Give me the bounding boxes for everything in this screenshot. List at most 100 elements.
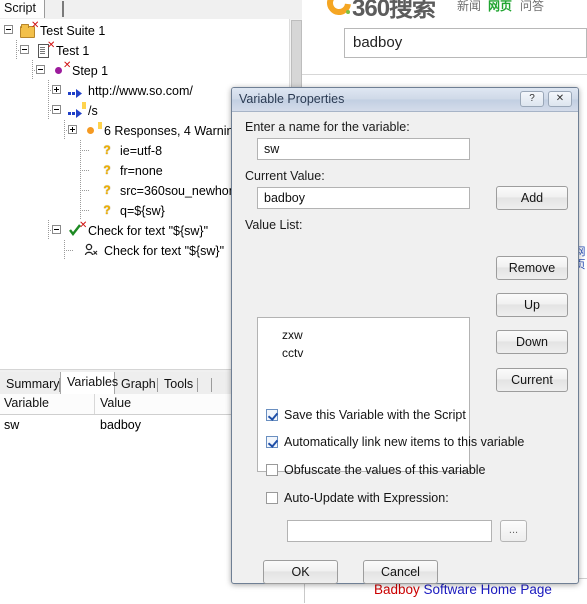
tree-expander-plus-icon[interactable] xyxy=(52,85,61,94)
tree-node-label: src=360sou_newhome xyxy=(120,183,247,198)
current-value-label: Current Value: xyxy=(245,169,325,183)
checkbox-label: Automatically link new items to this var… xyxy=(284,435,525,449)
tab-variables[interactable]: Variables xyxy=(60,372,119,394)
current-button[interactable]: Current xyxy=(496,368,568,392)
tree-node[interactable]: /s xyxy=(0,100,98,120)
variable-properties-dialog: Variable Properties ? ✕ Enter a name for… xyxy=(231,87,579,584)
checkbox-box[interactable] xyxy=(266,409,278,421)
navigate-arrow-icon xyxy=(68,85,83,98)
search-site-header: 360搜索 新闻 网页 问答 badboy xyxy=(302,0,587,72)
tree-node-label: ie=utf-8 xyxy=(120,143,163,158)
checkbox-box[interactable] xyxy=(266,464,278,476)
tree-node[interactable]: ✕ Step 1 xyxy=(0,60,108,80)
column-divider[interactable] xyxy=(94,394,95,414)
tree-node[interactable]: ? q=${sw} xyxy=(0,200,165,220)
tree-node-label: /s xyxy=(88,103,98,118)
tab-overflow[interactable] xyxy=(198,375,212,394)
tree-expander-plus-icon[interactable] xyxy=(68,125,77,134)
close-icon[interactable]: ✕ xyxy=(548,91,572,107)
tree-node[interactable]: ✕ Test 1 xyxy=(0,40,89,60)
tree-expander-minus-icon[interactable] xyxy=(4,25,13,34)
tree-node[interactable]: ? ie=utf-8 xyxy=(0,140,162,160)
up-button[interactable]: Up xyxy=(496,293,568,317)
tree-expander-minus-icon[interactable] xyxy=(52,225,61,234)
error-marker-icon: ✕ xyxy=(47,40,56,51)
ok-button[interactable]: OK xyxy=(263,560,338,584)
top-tab-strip: Script xyxy=(0,0,302,20)
tree-node-label: q=${sw} xyxy=(120,203,165,218)
tab-script[interactable]: Script xyxy=(0,0,45,18)
tree-node[interactable]: ✕ Check for text "${sw}" xyxy=(0,220,208,240)
dialog-title: Variable Properties xyxy=(239,92,345,106)
parameter-icon: ? xyxy=(103,163,111,177)
nav-link-web[interactable]: 网页 xyxy=(488,0,512,14)
checkbox-label: Save this Variable with the Script xyxy=(284,408,466,422)
cell-variable: sw xyxy=(4,418,20,432)
tree-node-label: Test Suite 1 xyxy=(40,23,106,38)
parameter-icon: ? xyxy=(103,203,111,217)
tree-node[interactable]: ✕ Test Suite 1 xyxy=(0,20,105,40)
current-value-input[interactable]: badboy xyxy=(257,187,470,209)
parameter-icon: ? xyxy=(103,143,111,157)
tree-expander-minus-icon[interactable] xyxy=(36,65,45,74)
dialog-title-bar[interactable]: Variable Properties ? ✕ xyxy=(232,88,578,112)
variable-name-input[interactable]: sw xyxy=(257,138,470,160)
tree-node-label: http://www.so.com/ xyxy=(88,83,193,98)
column-header-value: Value xyxy=(100,396,132,410)
help-icon[interactable]: ? xyxy=(520,91,544,107)
checkbox-box[interactable] xyxy=(266,492,278,504)
result-title-rest: Software Home Page xyxy=(419,582,552,597)
expression-input[interactable] xyxy=(287,520,492,542)
tab-strip-caret xyxy=(62,1,64,17)
value-list-label: Value List: xyxy=(245,218,303,232)
tree-expander-minus-icon[interactable] xyxy=(52,105,61,114)
navigate-arrow-icon xyxy=(68,105,83,118)
search-input-value: badboy xyxy=(353,34,403,51)
search-input[interactable]: badboy xyxy=(344,28,587,58)
checkbox-box[interactable] xyxy=(266,436,278,448)
tree-node[interactable]: 6 Responses, 4 Warnings xyxy=(0,120,247,140)
tree-node-label: fr=none xyxy=(120,163,163,178)
tab-label: Summary xyxy=(6,377,60,391)
checkbox-label: Auto-Update with Expression: xyxy=(284,491,449,505)
tree-node-label: Test 1 xyxy=(56,43,90,58)
tree-node[interactable]: ? fr=none xyxy=(0,160,163,180)
nav-link-news[interactable]: 新闻 xyxy=(457,0,481,14)
add-button[interactable]: Add xyxy=(496,186,568,210)
cancel-button[interactable]: Cancel xyxy=(363,560,438,584)
warning-marker-icon xyxy=(98,122,102,129)
tree-node-label: Step 1 xyxy=(72,63,109,78)
list-item[interactable]: cctv xyxy=(282,346,303,360)
header-divider xyxy=(302,74,587,75)
tab-graph[interactable]: Graph xyxy=(115,375,158,394)
tree-node-label: Check for text "${sw}" xyxy=(88,223,209,238)
tab-label: Graph xyxy=(121,377,156,391)
tree-node[interactable]: ? src=360sou_newhome xyxy=(0,180,246,200)
orange-dot-icon xyxy=(87,127,94,134)
cell-value: badboy xyxy=(100,418,142,432)
tab-summary[interactable]: Summary xyxy=(0,375,60,394)
tab-separator xyxy=(211,378,212,392)
tree-node[interactable]: http://www.so.com/ xyxy=(0,80,193,100)
error-marker-icon: ✕ xyxy=(79,220,88,231)
tab-tools[interactable]: Tools xyxy=(158,375,198,394)
person-search-icon xyxy=(84,243,98,257)
tree-node[interactable]: Check for text "${sw}" xyxy=(0,240,224,260)
parameter-icon: ? xyxy=(103,183,111,197)
remove-button[interactable]: Remove xyxy=(496,256,568,280)
tab-label: Tools xyxy=(164,377,194,391)
column-header-variable: Variable xyxy=(4,396,49,410)
search-result-title[interactable]: Badboy Software Home Page xyxy=(374,582,552,597)
so-logo-dot-icon xyxy=(346,10,350,14)
tree-node-label: 6 Responses, 4 Warnings xyxy=(104,123,247,138)
down-button[interactable]: Down xyxy=(496,330,568,354)
tree-node-label: Check for text "${sw}" xyxy=(104,243,225,258)
list-item[interactable]: zxw xyxy=(282,328,303,342)
tab-label: Variables xyxy=(67,375,119,389)
nav-link-answers[interactable]: 问答 xyxy=(520,0,544,14)
variable-name-value: sw xyxy=(264,142,280,156)
checkbox-label: Obfuscate the values of this variable xyxy=(284,463,486,477)
error-marker-icon: ✕ xyxy=(31,20,40,31)
expression-browse-button[interactable]: ... xyxy=(500,520,527,542)
tree-expander-minus-icon[interactable] xyxy=(20,45,29,54)
